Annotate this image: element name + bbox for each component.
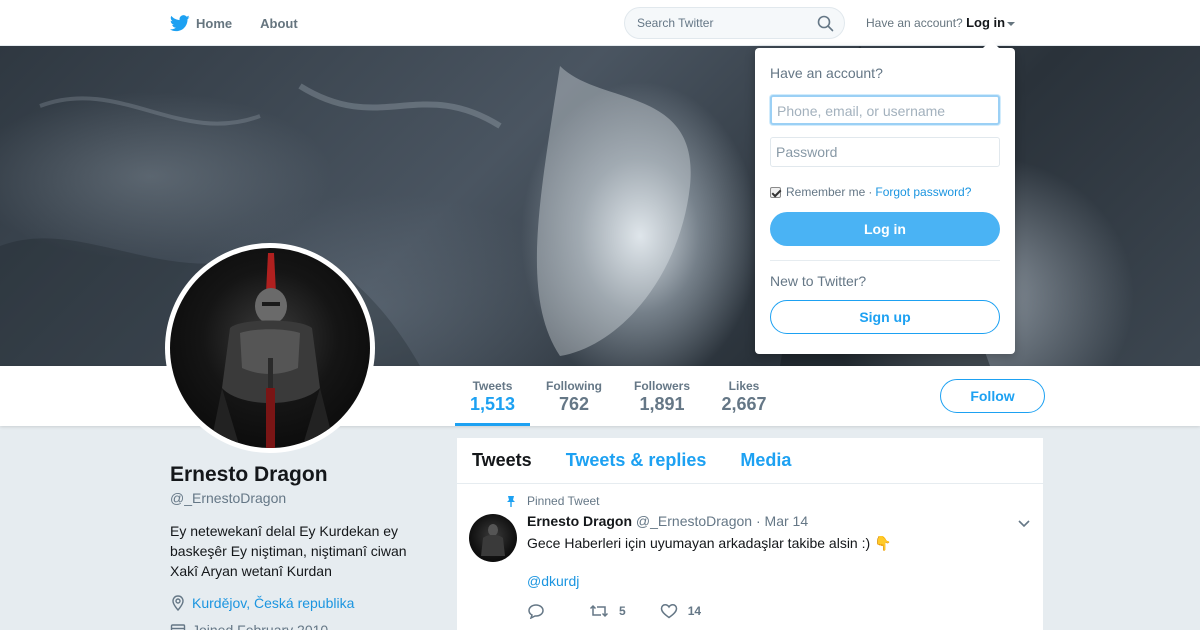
tweet-author-name[interactable]: Ernesto Dragon: [527, 513, 632, 529]
tweet-mention-link[interactable]: @dkurdj: [527, 573, 579, 589]
remember-me-label[interactable]: Remember me: [786, 185, 865, 199]
tweet-avatar-image: [481, 524, 505, 556]
reply-icon: [528, 604, 544, 619]
new-to-twitter-text: New to Twitter?: [770, 273, 867, 289]
knight-illustration: [210, 253, 335, 448]
dropdown-divider: [770, 260, 1000, 261]
twitter-bird-icon: [170, 14, 190, 31]
stat-label: Tweets: [472, 379, 513, 393]
pinned-indicator: Pinned Tweet: [505, 494, 600, 508]
dropdown-title: Have an account?: [770, 65, 883, 81]
stat-tweets[interactable]: Tweets 1,513: [455, 366, 530, 426]
remember-me-checkbox[interactable]: [770, 186, 781, 198]
username-placeholder: Phone, email, or username: [777, 103, 946, 119]
location-pin-icon: [172, 595, 184, 611]
stat-value: 2,667: [721, 394, 767, 414]
timeline: Tweets Tweets & replies Media Pinned Twe…: [456, 437, 1044, 630]
forgot-password-link[interactable]: Forgot password?: [875, 185, 971, 199]
avatar-image: [170, 248, 370, 448]
heart-icon: [660, 604, 677, 619]
top-nav-bar: Home About Search Twitter Have an accoun…: [0, 0, 1200, 46]
pinned-label: Pinned Tweet: [527, 494, 600, 508]
nav-home[interactable]: Home: [170, 14, 233, 32]
profile-bio: Ey netewekanî delal Ey Kurdekan ey baske…: [170, 521, 430, 581]
reply-button[interactable]: [527, 603, 555, 619]
search-input[interactable]: Search Twitter: [624, 7, 845, 39]
like-count: 14: [687, 604, 702, 618]
stat-label: Followers: [633, 379, 690, 393]
tweet-actions: 5 14: [527, 603, 735, 619]
password-field[interactable]: Password: [770, 137, 1000, 167]
tweet-avatar[interactable]: [469, 514, 517, 562]
nav-left: Home About: [170, 0, 326, 46]
pointing-down-emoji: 👇: [874, 535, 892, 551]
joined-text: Joined February 2010: [192, 622, 329, 630]
stat-value: 1,891: [639, 394, 685, 414]
nav-about[interactable]: About: [260, 16, 298, 31]
tweet-text-body: Gece Haberleri için uyumayan arkadaşlar …: [527, 535, 871, 551]
bio-line: baskeşêr Ey niştiman, niştimanî ciwan: [170, 543, 407, 559]
separator-dot: ·: [868, 185, 873, 199]
chevron-down-icon[interactable]: [1017, 516, 1031, 530]
tweet-dot: ·: [755, 513, 761, 529]
stat-likes[interactable]: Likes 2,667: [714, 366, 774, 426]
login-button[interactable]: Log in: [770, 212, 1000, 246]
remember-me-row: Remember me · Forgot password?: [770, 185, 971, 199]
timeline-tabs: Tweets Tweets & replies Media: [457, 438, 1043, 484]
follow-button[interactable]: Follow: [940, 379, 1045, 413]
retweet-icon: [589, 604, 609, 618]
nav-home-label: Home: [196, 15, 233, 31]
location-text[interactable]: Kurdějov, Česká republika: [192, 595, 354, 611]
tweet-text: Gece Haberleri için uyumayan arkadaşlar …: [527, 533, 892, 553]
tweet[interactable]: Pinned Tweet Ernesto Dragon @_ErnestoDra…: [457, 484, 1043, 630]
tweet-author-handle[interactable]: @_ErnestoDragon: [636, 513, 752, 529]
profile-avatar[interactable]: [165, 243, 375, 453]
password-placeholder: Password: [776, 144, 838, 160]
profile-handle[interactable]: @_ErnestoDragon: [170, 490, 286, 506]
tweet-date[interactable]: Mar 14: [765, 513, 809, 529]
like-button[interactable]: 14: [660, 603, 701, 619]
login-toggle[interactable]: Have an account? Log in: [866, 15, 1016, 30]
stat-followers[interactable]: Followers 1,891: [627, 366, 697, 426]
caret-down-icon: [1007, 21, 1016, 26]
stat-following[interactable]: Following 762: [540, 366, 608, 426]
have-account-text: Have an account?: [866, 16, 963, 30]
profile-joined: Joined February 2010: [170, 622, 328, 630]
profile-name[interactable]: Ernesto Dragon: [170, 463, 328, 487]
username-field[interactable]: Phone, email, or username: [770, 95, 1000, 125]
search-placeholder: Search Twitter: [637, 16, 714, 30]
login-link[interactable]: Log in: [966, 15, 1005, 30]
signup-button[interactable]: Sign up: [770, 300, 1000, 334]
bio-line: Ey netewekanî delal Ey Kurdekan ey: [170, 523, 399, 539]
stat-label: Likes: [728, 379, 760, 393]
login-dropdown: Have an account? Phone, email, or userna…: [755, 40, 1015, 354]
pin-icon: [507, 496, 515, 507]
calendar-icon: [170, 624, 186, 630]
nav-about-label: About: [260, 15, 298, 31]
bio-line: Xakî Aryan wetanî Kurdan: [170, 563, 332, 579]
tab-tweets-replies[interactable]: Tweets & replies: [566, 450, 707, 471]
retweet-count: 5: [619, 604, 626, 618]
tab-media[interactable]: Media: [740, 450, 791, 471]
tab-tweets[interactable]: Tweets: [472, 450, 532, 471]
tweet-header: Ernesto Dragon @_ErnestoDragon · Mar 14: [527, 513, 808, 529]
retweet-button[interactable]: 5: [589, 603, 626, 619]
stat-value: 1,513: [469, 394, 516, 414]
stat-value: 762: [558, 394, 590, 414]
stat-label: Following: [546, 379, 602, 393]
profile-location[interactable]: Kurdějov, Česká republika: [170, 595, 354, 611]
search-icon[interactable]: [817, 15, 834, 32]
